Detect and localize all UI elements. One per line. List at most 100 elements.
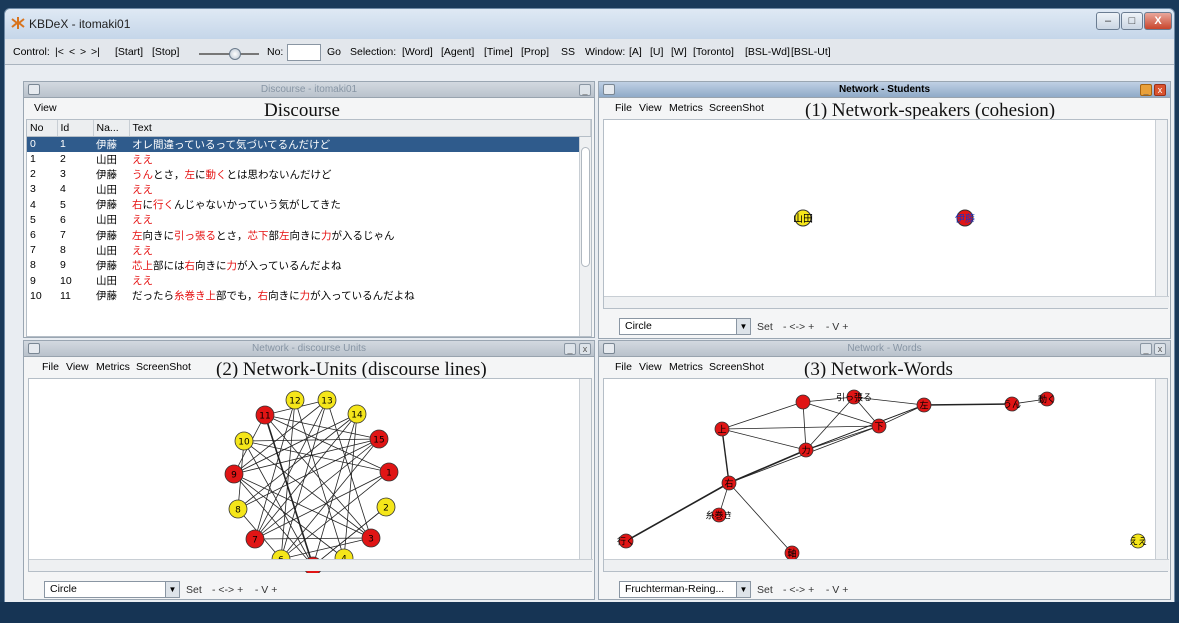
units-hscroll[interactable] xyxy=(29,559,593,571)
words-network-canvas[interactable]: 引っ張る左 うん 動く上 下力右糸巻き行く軸 ええ xyxy=(603,378,1169,572)
network-node[interactable]: うん xyxy=(1003,396,1021,412)
title-bar[interactable]: KBDeX - itomaki01 – □ X xyxy=(5,9,1174,39)
student-node[interactable]: 伊藤 xyxy=(955,209,975,227)
table-row[interactable]: 3 4 山田 ええ xyxy=(27,182,591,197)
network-node[interactable]: 力 xyxy=(798,442,814,458)
units-panel-titlebar[interactable]: Network - discourse Units _ x xyxy=(24,341,594,357)
table-row[interactable]: 5 6 山田 ええ xyxy=(27,212,591,227)
students-panel-titlebar[interactable]: Network - Students _ x xyxy=(599,82,1170,98)
panel-close-button[interactable]: x xyxy=(579,343,591,355)
network-node[interactable]: 10 xyxy=(234,431,254,451)
minimize-button[interactable]: – xyxy=(1096,12,1120,30)
col-text[interactable]: Text xyxy=(129,120,591,137)
menu-screenshot[interactable]: ScreenShot xyxy=(709,102,764,114)
menu-file[interactable]: File xyxy=(42,361,59,373)
close-button[interactable]: X xyxy=(1144,12,1172,30)
table-row[interactable]: 6 7 伊藤 左向きに引っ張るとさ，芯下部左向きに力が入るじゃん xyxy=(27,227,591,242)
menu-view[interactable]: View xyxy=(66,361,89,373)
menu-metrics[interactable]: Metrics xyxy=(96,361,130,373)
network-node[interactable]: 動く xyxy=(1038,391,1056,407)
start-button[interactable]: [Start] xyxy=(115,46,143,58)
bsl-ut-button[interactable]: [BSL-Ut] xyxy=(791,46,831,58)
bsl-wd-button[interactable]: [BSL-Wd] xyxy=(745,46,790,58)
network-node[interactable]: 上 xyxy=(714,421,730,437)
menu-screenshot[interactable]: ScreenShot xyxy=(136,361,191,373)
table-row[interactable]: 0 1 伊藤 オレ間違っているって気づいてるんだけど xyxy=(27,136,591,152)
network-node[interactable]: 14 xyxy=(347,404,367,424)
window-u-button[interactable]: [U] xyxy=(650,46,663,58)
units-vscroll[interactable] xyxy=(579,379,591,561)
network-node[interactable]: 左 xyxy=(916,397,932,413)
set-button[interactable]: Set xyxy=(757,321,773,333)
set-button[interactable]: Set xyxy=(757,584,773,596)
vscroll-thumb[interactable] xyxy=(581,147,590,267)
network-node[interactable]: 下 xyxy=(871,418,887,434)
table-row[interactable]: 10 11 伊藤 だったら糸巻き上部でも，右向きに力が入っているんだよね xyxy=(27,288,591,303)
select-time-button[interactable]: [Time] xyxy=(484,46,513,58)
window-w-button[interactable]: [W] xyxy=(671,46,687,58)
menu-metrics[interactable]: Metrics xyxy=(669,361,703,373)
network-node[interactable]: 行く xyxy=(617,533,635,549)
discourse-panel-titlebar[interactable]: Discourse - itomaki01 _ xyxy=(24,82,594,98)
zoom-controls[interactable]: - <-> + - V + xyxy=(783,321,848,333)
table-row[interactable]: 9 10 山田 ええ xyxy=(27,273,591,288)
students-vscroll[interactable] xyxy=(1155,120,1167,298)
panel-minimize-button[interactable]: _ xyxy=(579,84,591,96)
select-prop-button[interactable]: [Prop] xyxy=(521,46,549,58)
go-button[interactable]: Go xyxy=(327,46,341,58)
menu-view[interactable]: View xyxy=(639,361,662,373)
col-no[interactable]: No xyxy=(27,120,58,137)
network-node[interactable]: 糸巻き xyxy=(705,507,733,523)
panel-minimize-button[interactable]: _ xyxy=(1140,84,1152,96)
table-row[interactable]: 2 3 伊藤 うんとさ，左に動くとは思わないんだけど xyxy=(27,167,591,182)
zoom-controls[interactable]: - <-> + - V + xyxy=(212,584,277,596)
network-node[interactable]: 3 xyxy=(361,528,381,548)
network-node[interactable]: ええ xyxy=(1129,533,1147,549)
menu-file[interactable]: File xyxy=(615,361,632,373)
last-button[interactable]: >| xyxy=(91,46,100,58)
words-hscroll[interactable] xyxy=(604,559,1169,571)
panel-close-button[interactable]: x xyxy=(1154,343,1166,355)
students-hscroll[interactable] xyxy=(604,296,1169,308)
table-row[interactable]: 7 8 山田 ええ xyxy=(27,243,591,258)
network-node[interactable]: 7 xyxy=(245,529,265,549)
network-node[interactable] xyxy=(795,394,811,410)
table-row[interactable]: 4 5 伊藤 右に行くんじゃないかっていう気がしてきた xyxy=(27,197,591,212)
col-id[interactable]: Id xyxy=(57,120,94,137)
network-node[interactable]: 9 xyxy=(224,464,244,484)
stop-button[interactable]: [Stop] xyxy=(152,46,179,58)
students-network-canvas[interactable]: 山田 伊藤 xyxy=(603,119,1169,309)
panel-minimize-button[interactable]: _ xyxy=(1140,343,1152,355)
words-vscroll[interactable] xyxy=(1155,379,1167,561)
network-node[interactable]: 右 xyxy=(721,475,737,491)
toronto-button[interactable]: [Toronto] xyxy=(693,46,734,58)
students-layout-select[interactable]: Circle ▼ xyxy=(619,318,751,335)
menu-metrics[interactable]: Metrics xyxy=(669,102,703,114)
ss-button[interactable]: SS xyxy=(561,46,575,58)
panel-minimize-button[interactable]: _ xyxy=(564,343,576,355)
network-node[interactable]: 軸 xyxy=(784,545,800,561)
zoom-controls[interactable]: - <-> + - V + xyxy=(783,584,848,596)
speed-slider-knob[interactable] xyxy=(229,48,241,60)
col-name[interactable]: Na... xyxy=(93,120,130,137)
units-network-canvas[interactable]: 121314151234567891011 xyxy=(28,378,593,576)
student-node[interactable]: 山田 xyxy=(793,209,813,227)
units-layout-select[interactable]: Circle ▼ xyxy=(44,581,180,598)
next-button[interactable]: > xyxy=(80,46,86,58)
network-node[interactable]: 8 xyxy=(228,499,248,519)
network-node[interactable]: 13 xyxy=(317,390,337,410)
menu-view[interactable]: View xyxy=(639,102,662,114)
network-node[interactable]: 12 xyxy=(285,390,305,410)
network-node[interactable]: 1 xyxy=(379,462,399,482)
network-node[interactable]: 15 xyxy=(369,429,389,449)
discourse-vscroll[interactable] xyxy=(579,137,591,336)
table-row[interactable]: 8 9 伊藤 芯上部には右向きに力が入っているんだよね xyxy=(27,258,591,273)
network-node[interactable]: 2 xyxy=(376,497,396,517)
network-node[interactable]: 11 xyxy=(255,405,275,425)
network-node[interactable]: 引っ張る xyxy=(836,389,872,405)
no-input[interactable] xyxy=(287,44,321,61)
table-row[interactable]: 1 2 山田 ええ xyxy=(27,152,591,167)
panel-close-button[interactable]: x xyxy=(1154,84,1166,96)
words-layout-select[interactable]: Fruchterman-Reing... ▼ xyxy=(619,581,751,598)
maximize-button[interactable]: □ xyxy=(1121,12,1143,30)
